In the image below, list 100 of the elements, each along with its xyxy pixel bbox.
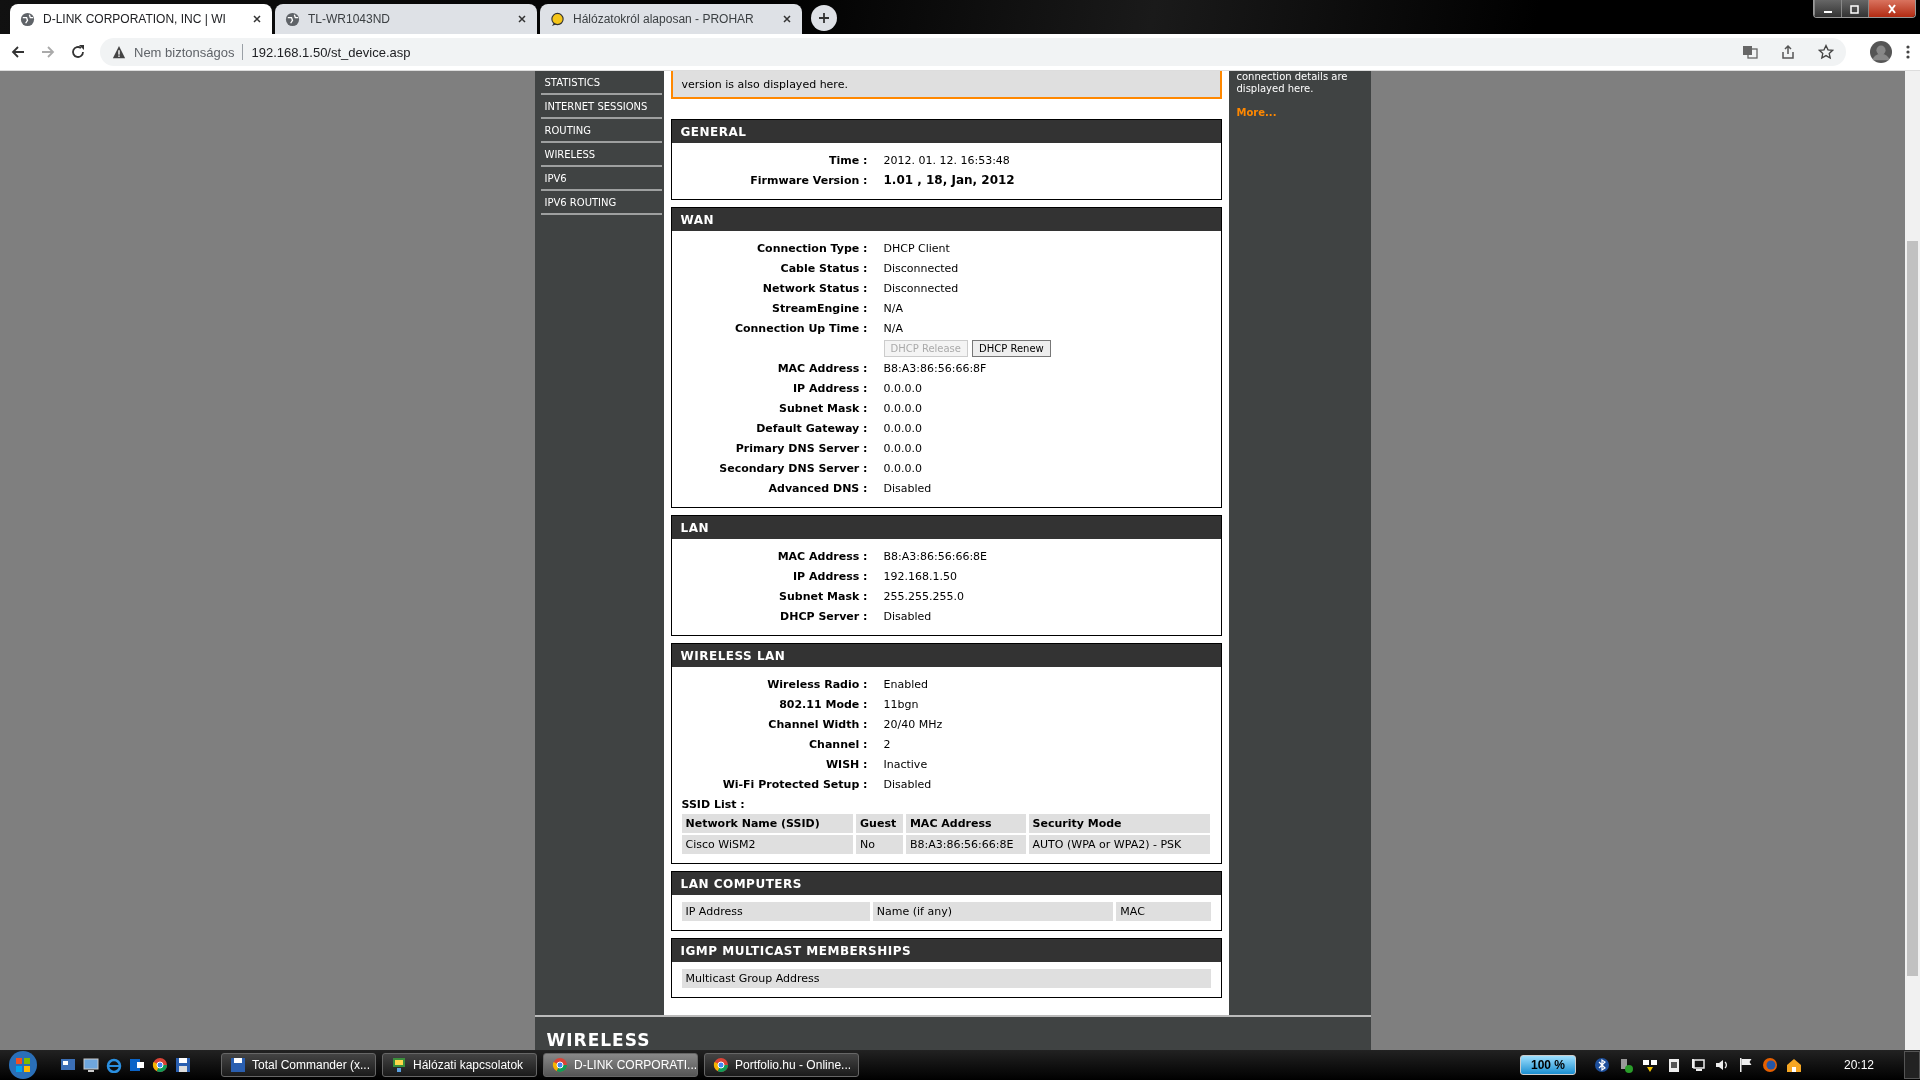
- field-label: WISH :: [824, 757, 869, 771]
- sidebar-item[interactable]: STATISTICS: [540, 71, 662, 95]
- field-value: B8:A3:86:56:66:8F: [883, 361, 987, 375]
- desktop-icon[interactable]: [83, 1057, 99, 1073]
- field-label: IP Address :: [792, 569, 869, 583]
- table-cell: AUTO (WPA or WPA2) - PSK: [1028, 835, 1211, 854]
- flag-icon[interactable]: [1737, 1057, 1754, 1073]
- field-value: Disconnected: [883, 281, 959, 295]
- column-header: MAC Address: [905, 814, 1026, 833]
- field-value: Enabled: [883, 677, 928, 691]
- field-label: Primary DNS Server :: [734, 441, 869, 455]
- column-header: Name (if any): [872, 902, 1114, 921]
- field-label: Subnet Mask :: [778, 401, 869, 415]
- translate-icon[interactable]: [1742, 44, 1758, 60]
- field-value: 0.0.0.0: [883, 421, 922, 435]
- close-icon[interactable]: [252, 14, 262, 24]
- address-bar[interactable]: Nem biztonságos 192.168.1.50/st_device.asp: [100, 38, 1846, 66]
- table-cell: Cisco WiSM2: [681, 835, 854, 854]
- sidebar-item[interactable]: WIRELESS: [540, 143, 662, 167]
- warning-icon: [112, 45, 126, 59]
- bluetooth-icon[interactable]: [1593, 1057, 1610, 1073]
- share-icon[interactable]: [1780, 44, 1796, 60]
- browser-tab[interactable]: D-LINK CORPORATION, INC | WI: [10, 4, 272, 34]
- back-arrow-icon[interactable]: [10, 44, 26, 60]
- list-caption: SSID List :: [681, 796, 746, 813]
- network-icon: [391, 1057, 407, 1073]
- field-value: Disabled: [883, 777, 932, 791]
- field-value: 2: [883, 737, 891, 751]
- field-label: MAC Address :: [776, 549, 869, 563]
- battery-meter[interactable]: 100 %: [1519, 1055, 1576, 1075]
- field-label: Connection Type :: [756, 241, 869, 255]
- taskbar-button[interactable]: Portfolio.hu - Online...: [704, 1053, 859, 1077]
- browser-icon: [713, 1057, 729, 1073]
- maximize-button[interactable]: [1841, 0, 1868, 17]
- field-value: Disconnected: [883, 261, 959, 275]
- reload-icon[interactable]: [70, 44, 86, 60]
- plus-icon: [818, 12, 830, 24]
- field-label: Default Gateway :: [755, 421, 869, 435]
- house-icon[interactable]: [1785, 1057, 1802, 1073]
- field-label: 802.11 Mode :: [778, 697, 869, 711]
- mail-icon[interactable]: [129, 1057, 145, 1073]
- close-icon[interactable]: [517, 14, 527, 24]
- field-label: Wi-Fi Protected Setup :: [721, 777, 869, 791]
- sidebar-item[interactable]: ROUTING: [540, 119, 662, 143]
- speaker-icon[interactable]: [1713, 1057, 1730, 1073]
- section-header: IGMP MULTICAST MEMBERSHIPS: [671, 939, 1221, 962]
- globe-icon: [285, 11, 300, 27]
- field-label: StreamEngine :: [771, 301, 869, 315]
- taskbar-button[interactable]: Hálózati kapcsolatok: [382, 1053, 537, 1077]
- field-value: B8:A3:86:56:66:8E: [883, 549, 988, 563]
- start-button[interactable]: [8, 1050, 38, 1080]
- field-label: MAC Address :: [776, 361, 869, 375]
- new-tab-button[interactable]: [811, 5, 837, 31]
- section-header: WIRELESS LAN: [671, 644, 1221, 667]
- taskbar-button[interactable]: Total Commander (x...: [221, 1053, 376, 1077]
- browser-icon[interactable]: [152, 1057, 168, 1073]
- field-label: Connection Up Time :: [733, 321, 869, 335]
- field-value: DHCP Client: [883, 241, 950, 255]
- more-link[interactable]: More...: [1236, 107, 1363, 118]
- field-value: 0.0.0.0: [883, 441, 922, 455]
- field-label: Wireless Radio :: [766, 677, 869, 691]
- field-label: DHCP Server :: [779, 609, 869, 623]
- windows-icon[interactable]: [60, 1057, 76, 1073]
- field-value: 1.01 , 18, Jan, 2012: [883, 173, 1015, 187]
- close-icon[interactable]: [782, 14, 792, 24]
- section-header: GENERAL: [671, 120, 1221, 143]
- scrollbar[interactable]: [1905, 71, 1920, 1050]
- column-header: IP Address: [681, 902, 870, 921]
- section-header: LAN: [671, 516, 1221, 539]
- menu-icon[interactable]: [1906, 44, 1910, 60]
- sidebar-item[interactable]: INTERNET SESSIONS: [540, 95, 662, 119]
- help-text: connection details are: [1236, 71, 1349, 83]
- column-header: Network Name (SSID): [681, 814, 854, 833]
- section-header: WAN: [671, 208, 1221, 231]
- field-value: Disabled: [883, 609, 932, 623]
- network-icon[interactable]: [1689, 1057, 1706, 1073]
- clock: 20:12: [1843, 1058, 1874, 1072]
- globe-icon: [20, 11, 35, 27]
- footer-heading: WIRELESS: [546, 1030, 651, 1050]
- field-label: Subnet Mask :: [778, 589, 869, 603]
- field-label: Firmware Version :: [749, 173, 869, 187]
- action-button[interactable]: DHCP Renew: [972, 339, 1051, 357]
- browser-tab[interactable]: Hálózatokról alaposan - PROHAR: [540, 4, 802, 34]
- column-header: Guest: [856, 814, 903, 833]
- table-cell: No: [856, 835, 903, 854]
- minimize-button[interactable]: [1814, 0, 1841, 17]
- sidebar-item[interactable]: IPV6: [540, 167, 662, 191]
- column-header: MAC: [1116, 902, 1211, 921]
- boxes-icon[interactable]: [1641, 1057, 1658, 1073]
- field-value: 2012. 01. 12. 16:53:48: [883, 153, 1010, 167]
- taskbar-button[interactable]: D-LINK CORPORATI...: [543, 1053, 698, 1077]
- field-value: 11bgn: [883, 697, 919, 711]
- firefox-icon[interactable]: [1761, 1057, 1778, 1073]
- profile-avatar[interactable]: [1870, 41, 1892, 63]
- star-icon[interactable]: [1818, 44, 1834, 60]
- field-label: Advanced DNS :: [767, 481, 869, 495]
- sidebar-item[interactable]: IPV6 ROUTING: [540, 191, 662, 215]
- close-button[interactable]: [1868, 0, 1915, 17]
- field-value: 192.168.1.50: [883, 569, 957, 583]
- browser-tab[interactable]: TL-WR1043ND: [275, 4, 537, 34]
